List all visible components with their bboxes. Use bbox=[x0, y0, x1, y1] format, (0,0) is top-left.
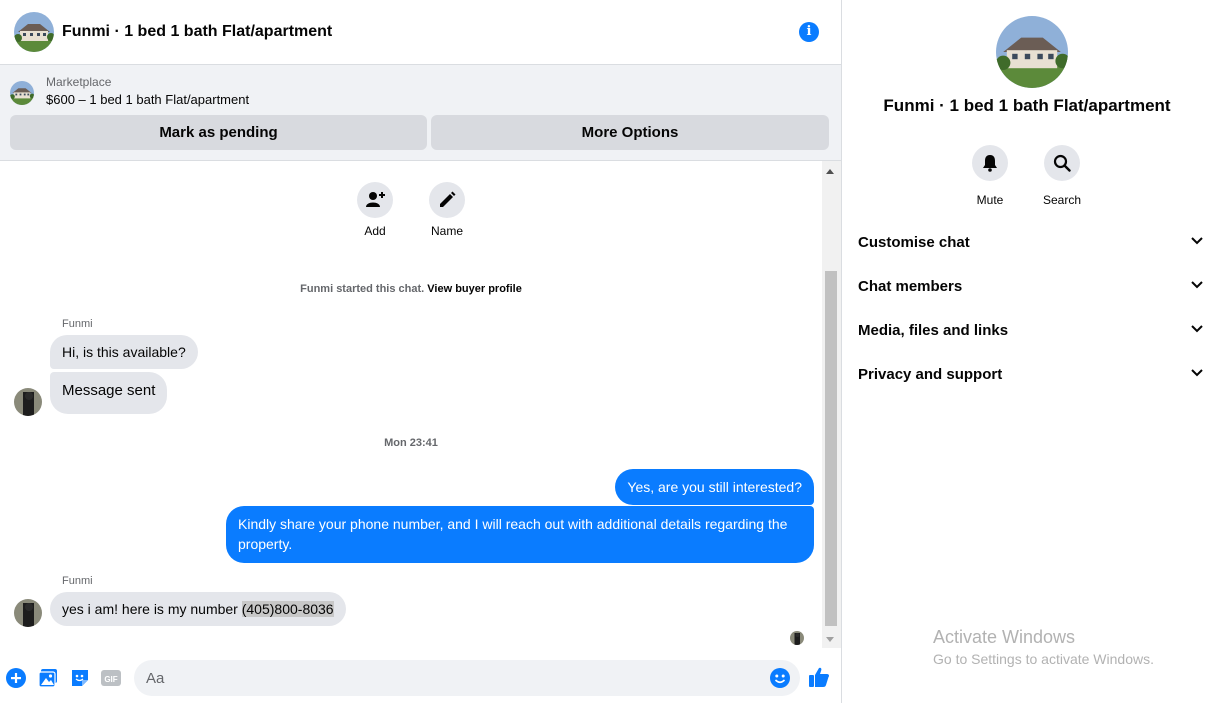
add-label: Add bbox=[364, 224, 386, 238]
chat-header: Funmi · 1 bed 1 bath Flat/apartment i bbox=[0, 0, 841, 65]
panel-title: Funmi · 1 bed 1 bath Flat/apartment bbox=[883, 96, 1171, 115]
message-input-box bbox=[134, 660, 800, 696]
menu-media-files-links[interactable]: Media, files and links bbox=[842, 308, 1212, 352]
outgoing-message[interactable]: Yes, are you still interested? bbox=[615, 469, 814, 505]
view-buyer-profile-link[interactable]: View buyer profile bbox=[427, 283, 522, 295]
menu-label: Chat members bbox=[858, 277, 963, 295]
buyer-avatar bbox=[14, 388, 42, 416]
thread-scrollbar[interactable] bbox=[822, 161, 841, 648]
bell-icon bbox=[972, 145, 1008, 181]
conversation-info-panel: Funmi · 1 bed 1 bath Flat/apartment Mute… bbox=[842, 0, 1212, 703]
panel-menu: Customise chat Chat members Media, files… bbox=[842, 220, 1212, 396]
seen-indicator-avatar bbox=[790, 631, 804, 645]
mark-as-pending-button[interactable]: Mark as pending bbox=[10, 115, 427, 150]
chevron-down-icon bbox=[1190, 277, 1204, 295]
menu-privacy-support[interactable]: Privacy and support bbox=[842, 352, 1212, 396]
buyer-avatar bbox=[14, 599, 42, 627]
marketplace-label: Marketplace bbox=[46, 75, 112, 89]
menu-label: Media, files and links bbox=[858, 321, 1009, 339]
sender-name: Funmi bbox=[62, 318, 93, 330]
mute-label: Mute bbox=[976, 193, 1004, 207]
emoji-icon[interactable] bbox=[770, 668, 790, 688]
gif-label: GIF bbox=[104, 675, 117, 684]
chat-title: Funmi · 1 bed 1 bath Flat/apartment bbox=[62, 23, 333, 40]
pencil-icon bbox=[429, 182, 465, 218]
composer: GIF bbox=[0, 652, 841, 703]
search-icon bbox=[1044, 145, 1080, 181]
photo-icon[interactable] bbox=[38, 668, 58, 688]
windows-activation-watermark: Activate Windows Go to Settings to activ… bbox=[933, 626, 1154, 670]
thumbs-up-icon[interactable] bbox=[808, 666, 830, 688]
mute-action[interactable]: Mute bbox=[972, 145, 1008, 207]
outgoing-message[interactable]: Kindly share your phone number, and I wi… bbox=[226, 506, 814, 563]
info-icon[interactable]: i bbox=[799, 22, 819, 42]
menu-chat-members[interactable]: Chat members bbox=[842, 264, 1212, 308]
watermark-title: Activate Windows bbox=[933, 627, 1076, 647]
marketplace-listing[interactable]: Marketplace $600 – 1 bed 1 bath Flat/apa… bbox=[10, 75, 249, 111]
search-label: Search bbox=[1042, 193, 1082, 207]
menu-customise-chat[interactable]: Customise chat bbox=[842, 220, 1212, 264]
panel-avatar[interactable] bbox=[996, 16, 1068, 88]
scroll-thumb[interactable] bbox=[825, 271, 837, 626]
chat-started-note: Funmi started this chat. View buyer prof… bbox=[0, 283, 822, 295]
plus-icon[interactable] bbox=[6, 668, 26, 688]
message-thread: Add Name Funmi started this chat. View b… bbox=[0, 161, 822, 648]
marketplace-buttons: Mark as pending More Options bbox=[10, 115, 829, 150]
marketplace-bar: Marketplace $600 – 1 bed 1 bath Flat/apa… bbox=[0, 65, 841, 161]
incoming-message[interactable]: Hi, is this available? bbox=[50, 335, 198, 369]
conversation-actions: Add Name bbox=[357, 182, 465, 238]
search-action[interactable]: Search bbox=[1042, 145, 1082, 207]
add-person-icon bbox=[357, 182, 393, 218]
chat-avatar[interactable] bbox=[14, 12, 54, 52]
name-label: Name bbox=[430, 224, 463, 238]
add-action[interactable]: Add bbox=[357, 182, 393, 238]
menu-label: Customise chat bbox=[858, 233, 970, 251]
gif-icon[interactable]: GIF bbox=[101, 668, 121, 688]
more-options-button[interactable]: More Options bbox=[431, 115, 829, 150]
message-input[interactable] bbox=[146, 660, 746, 696]
chat-column: Funmi · 1 bed 1 bath Flat/apartment i Ma… bbox=[0, 0, 842, 703]
timestamp: Mon 23:41 bbox=[384, 437, 438, 449]
message-text: yes i am! here is my number bbox=[62, 601, 242, 617]
listing-thumbnail bbox=[10, 81, 34, 105]
incoming-message[interactable]: yes i am! here is my number (405)800-803… bbox=[50, 592, 346, 626]
menu-label: Privacy and support bbox=[858, 365, 1003, 383]
scroll-up-arrow[interactable] bbox=[826, 169, 834, 174]
started-text: Funmi started this chat. bbox=[300, 283, 425, 295]
messenger-app: Funmi · 1 bed 1 bath Flat/apartment i Ma… bbox=[0, 0, 1212, 703]
sender-name: Funmi bbox=[62, 575, 93, 587]
panel-actions: Mute Search bbox=[972, 145, 1082, 207]
phone-number-link[interactable]: (405)800-8036 bbox=[241, 601, 334, 617]
listing-title: $600 – 1 bed 1 bath Flat/apartment bbox=[46, 92, 250, 107]
scroll-down-arrow[interactable] bbox=[826, 637, 834, 642]
incoming-message[interactable]: Message sent bbox=[50, 372, 168, 414]
name-action[interactable]: Name bbox=[429, 182, 465, 238]
chevron-down-icon bbox=[1190, 233, 1204, 251]
chevron-down-icon bbox=[1190, 321, 1204, 339]
watermark-subtitle: Go to Settings to activate Windows. bbox=[933, 651, 1154, 667]
sticker-icon[interactable] bbox=[70, 668, 90, 688]
chevron-down-icon bbox=[1190, 365, 1204, 383]
listing-text: Marketplace $600 – 1 bed 1 bath Flat/apa… bbox=[46, 75, 249, 111]
